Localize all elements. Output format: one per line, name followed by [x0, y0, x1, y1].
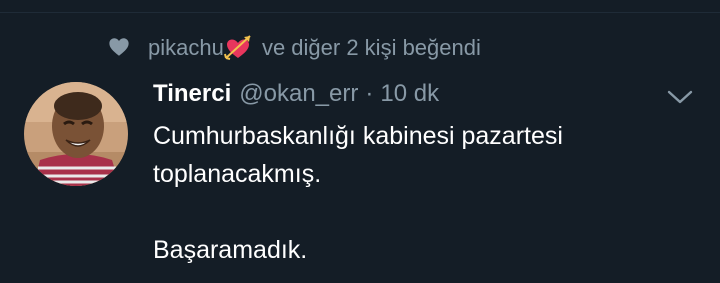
heart-with-arrow-icon: [223, 34, 251, 60]
author-handle[interactable]: @okan_err: [239, 80, 358, 108]
social-context[interactable]: pikachu ve diğer 2 kişi beğendi: [108, 32, 481, 62]
top-divider: [0, 12, 720, 13]
author-name[interactable]: Tinerci: [153, 80, 231, 108]
avatar[interactable]: [24, 82, 128, 186]
tweet-line: Başaramadık.: [153, 236, 308, 264]
tweet-text: Cumhurbaskanlığı kabinesi pazartesi topl…: [153, 117, 693, 269]
avatar-image: [24, 82, 128, 186]
tweet-line: Cumhurbaskanlığı kabinesi pazartesi: [153, 122, 563, 150]
separator-dot: ·: [365, 80, 374, 107]
context-rest-text: ve diğer 2 kişi beğendi: [255, 34, 481, 60]
heart-icon: [109, 38, 129, 56]
timestamp[interactable]: 10 dk: [380, 80, 439, 108]
social-context-text: pikachu ve diğer 2 kişi beğendi: [148, 34, 481, 61]
liker-name[interactable]: pikachu: [148, 35, 224, 60]
tweet-header: Tinerci @okan_err · 10 dk: [153, 80, 439, 114]
chevron-down-icon[interactable]: [666, 88, 694, 106]
tweet-line: toplanacakmış.: [153, 160, 322, 188]
